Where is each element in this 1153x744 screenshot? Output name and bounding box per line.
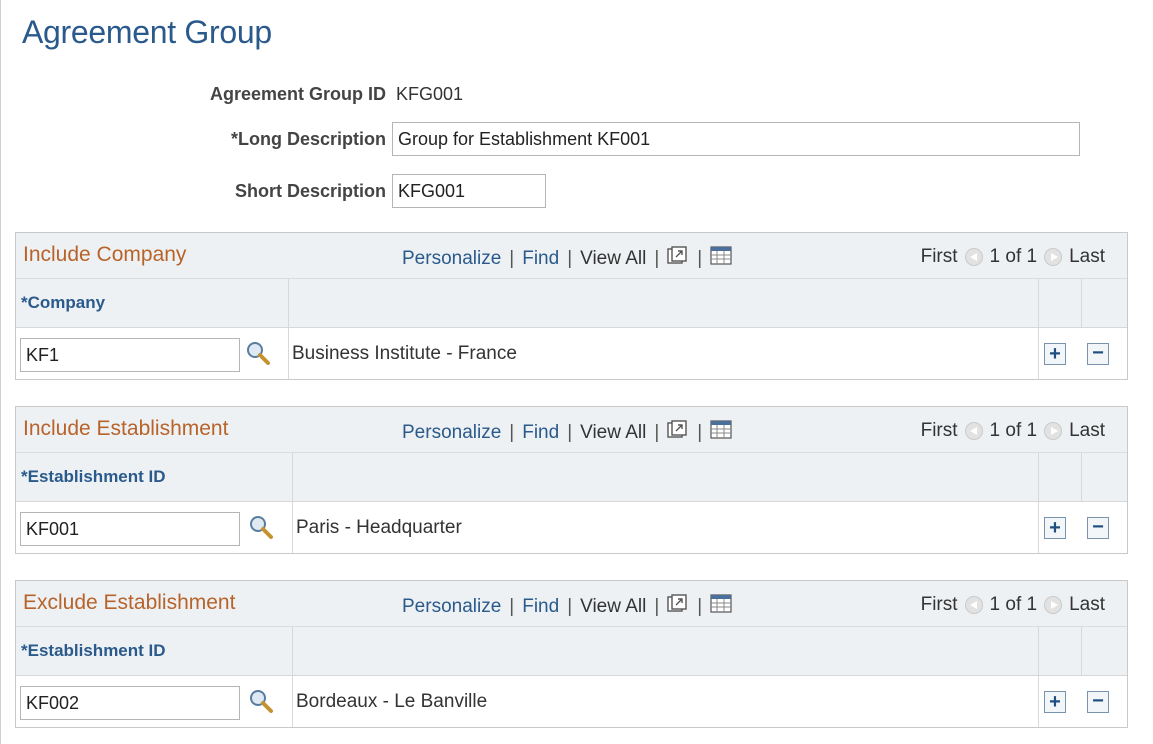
lookup-search-icon[interactable] bbox=[248, 688, 274, 719]
row-count: 1 of 1 bbox=[989, 246, 1038, 267]
nav-separator: | bbox=[697, 248, 703, 269]
grid-nav: Personalize | Find | View All | | bbox=[402, 594, 732, 620]
find-link[interactable]: Find bbox=[522, 596, 559, 618]
long-description-input[interactable] bbox=[392, 122, 1080, 156]
row-count: 1 of 1 bbox=[989, 420, 1038, 441]
new-window-icon[interactable] bbox=[667, 594, 689, 620]
table-row: Business Institute - France + − bbox=[16, 327, 1127, 379]
table-row: Bordeaux - Le Banville + − bbox=[16, 675, 1127, 727]
nav-separator: | bbox=[654, 596, 660, 617]
add-row-button[interactable]: + bbox=[1044, 691, 1066, 713]
last-page-arrow-icon[interactable] bbox=[1044, 422, 1063, 440]
nav-separator: | bbox=[567, 596, 573, 617]
add-row-button[interactable]: + bbox=[1044, 517, 1066, 539]
page-title: Agreement Group bbox=[22, 14, 272, 50]
last-label: Last bbox=[1069, 420, 1105, 441]
row-count: 1 of 1 bbox=[989, 594, 1038, 615]
grid-nav: Personalize | Find | View All | | bbox=[402, 420, 732, 446]
find-link[interactable]: Find bbox=[522, 422, 559, 444]
include-company-grid: Include Company Personalize | Find | Vie… bbox=[15, 232, 1128, 380]
column-header-row: *Establishment ID bbox=[16, 627, 1127, 675]
grid-title: Include Establishment bbox=[23, 417, 229, 440]
nav-separator: | bbox=[509, 422, 515, 443]
view-all-link[interactable]: View All bbox=[580, 422, 646, 444]
plus-icon: + bbox=[1049, 343, 1061, 365]
view-all-link[interactable]: View All bbox=[580, 248, 646, 270]
nav-separator: | bbox=[697, 596, 703, 617]
column-header-company[interactable]: *Company bbox=[16, 293, 105, 313]
group-id-value: KFG001 bbox=[396, 84, 464, 104]
company-description: Business Institute - France bbox=[292, 343, 517, 364]
group-id-row: Agreement Group ID KFG001 bbox=[0, 84, 463, 105]
table-row: Paris - Headquarter + − bbox=[16, 501, 1127, 553]
nav-separator: | bbox=[567, 422, 573, 443]
nav-separator: | bbox=[509, 248, 515, 269]
pager: First 1 of 1 Last bbox=[921, 246, 1105, 268]
new-window-icon[interactable] bbox=[667, 246, 689, 272]
grid-header: Include Establishment Personalize | Find… bbox=[16, 407, 1127, 453]
long-description-label: *Long Description bbox=[230, 128, 386, 149]
first-page-arrow-icon[interactable] bbox=[964, 248, 983, 266]
pager: First 1 of 1 Last bbox=[921, 594, 1105, 616]
nav-separator: | bbox=[654, 422, 660, 443]
view-all-link[interactable]: View All bbox=[580, 596, 646, 618]
grid-header: Include Company Personalize | Find | Vie… bbox=[16, 233, 1127, 279]
lookup-search-icon[interactable] bbox=[248, 514, 274, 545]
grid-title: Exclude Establishment bbox=[23, 591, 236, 614]
personalize-link[interactable]: Personalize bbox=[402, 422, 501, 444]
plus-icon: + bbox=[1049, 517, 1061, 539]
download-grid-icon[interactable] bbox=[710, 420, 732, 446]
first-label: First bbox=[920, 594, 958, 615]
establishment-id-input[interactable] bbox=[20, 686, 240, 720]
grid-title: Include Company bbox=[23, 243, 187, 266]
establishment-description: Paris - Headquarter bbox=[296, 517, 462, 538]
last-page-arrow-icon[interactable] bbox=[1044, 248, 1063, 266]
delete-row-button[interactable]: − bbox=[1087, 517, 1109, 539]
nav-separator: | bbox=[509, 596, 515, 617]
first-label: First bbox=[920, 246, 958, 267]
establishment-id-input[interactable] bbox=[20, 512, 240, 546]
long-description-row: *Long Description bbox=[0, 122, 1080, 156]
nav-separator: | bbox=[654, 248, 660, 269]
grid-header: Exclude Establishment Personalize | Find… bbox=[16, 581, 1127, 627]
new-window-icon[interactable] bbox=[667, 420, 689, 446]
nav-separator: | bbox=[567, 248, 573, 269]
short-description-input[interactable] bbox=[392, 174, 546, 208]
short-description-row: Short Description bbox=[0, 174, 546, 208]
establishment-description: Bordeaux - Le Banville bbox=[296, 691, 488, 712]
grid-nav: Personalize | Find | View All | | bbox=[402, 246, 732, 272]
first-page-arrow-icon[interactable] bbox=[964, 422, 983, 440]
lookup-search-icon[interactable] bbox=[245, 340, 271, 371]
first-label: First bbox=[920, 420, 958, 441]
page-left-border bbox=[0, 0, 1, 744]
company-input[interactable] bbox=[20, 338, 240, 372]
delete-row-button[interactable]: − bbox=[1087, 691, 1109, 713]
nav-separator: | bbox=[697, 422, 703, 443]
include-establishment-grid: Include Establishment Personalize | Find… bbox=[15, 406, 1128, 554]
add-row-button[interactable]: + bbox=[1044, 343, 1066, 365]
plus-icon: + bbox=[1049, 691, 1061, 713]
minus-icon: − bbox=[1092, 516, 1104, 538]
last-label: Last bbox=[1069, 246, 1105, 267]
personalize-link[interactable]: Personalize bbox=[402, 596, 501, 618]
column-header-establishment-id[interactable]: *Establishment ID bbox=[16, 641, 166, 661]
short-description-label: Short Description bbox=[234, 180, 386, 201]
download-grid-icon[interactable] bbox=[710, 246, 732, 272]
column-header-establishment-id[interactable]: *Establishment ID bbox=[16, 467, 166, 487]
personalize-link[interactable]: Personalize bbox=[402, 248, 501, 270]
column-header-row: *Company bbox=[16, 279, 1127, 327]
download-grid-icon[interactable] bbox=[710, 594, 732, 620]
find-link[interactable]: Find bbox=[522, 248, 559, 270]
last-label: Last bbox=[1069, 594, 1105, 615]
exclude-establishment-grid: Exclude Establishment Personalize | Find… bbox=[15, 580, 1128, 728]
group-id-label: Agreement Group ID bbox=[209, 84, 386, 104]
last-page-arrow-icon[interactable] bbox=[1044, 596, 1063, 614]
minus-icon: − bbox=[1092, 690, 1104, 712]
pager: First 1 of 1 Last bbox=[921, 420, 1105, 442]
first-page-arrow-icon[interactable] bbox=[964, 596, 983, 614]
minus-icon: − bbox=[1092, 342, 1104, 364]
column-header-row: *Establishment ID bbox=[16, 453, 1127, 501]
delete-row-button[interactable]: − bbox=[1087, 343, 1109, 365]
